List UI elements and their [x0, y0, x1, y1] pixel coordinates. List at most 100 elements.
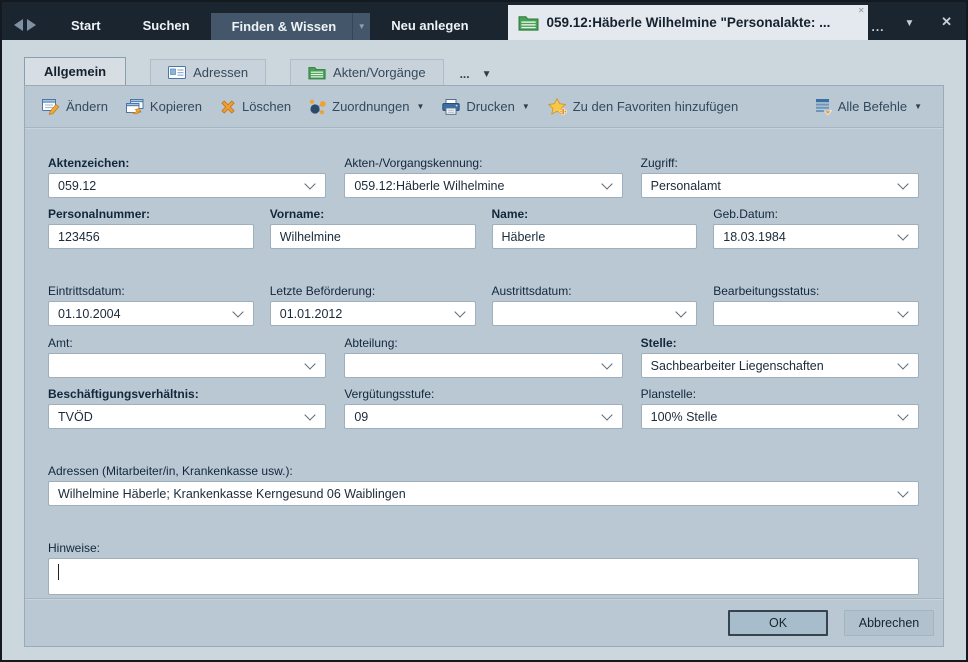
- chevron-down-icon[interactable]: [897, 409, 909, 421]
- document-tab[interactable]: 059.12:Häberle Wilhelmine "Personalakte:…: [507, 5, 868, 40]
- form-body: Aktenzeichen: Akten-/Vorgangskennung: Zu…: [25, 128, 943, 598]
- tab-overflow-dots[interactable]: ...: [868, 20, 891, 40]
- zuordnungen-button[interactable]: Zuordnungen ▼: [300, 95, 433, 119]
- bearbeitungsstatus-combobox[interactable]: [713, 301, 919, 326]
- toolbar-label: Löschen: [241, 99, 292, 114]
- zugriff-input[interactable]: [650, 178, 893, 193]
- chevron-down-icon[interactable]: [600, 178, 613, 190]
- field-label: Geb.Datum:: [713, 207, 778, 221]
- chevron-down-icon[interactable]: [600, 358, 613, 370]
- nav-dropdown[interactable]: ▼: [352, 13, 370, 40]
- chevron-down-icon[interactable]: [897, 178, 909, 190]
- aktenzeichen-combobox[interactable]: [48, 173, 327, 198]
- tab-label: Akten/Vorgänge: [333, 65, 426, 80]
- field-label: Akten-/Vorgangskennung:: [344, 156, 483, 170]
- chevron-down-icon[interactable]: [600, 409, 613, 421]
- beschaeftigung-combobox[interactable]: [48, 404, 327, 429]
- adressen-combobox[interactable]: [48, 481, 919, 506]
- field-label: Vorname:: [269, 207, 325, 221]
- field-label: Personalnummer:: [48, 207, 151, 221]
- window-close-icon[interactable]: ✕: [941, 14, 966, 40]
- titlebar: Start Suchen Finden & Wissen ▼ Neu anleg…: [2, 2, 966, 40]
- chevron-down-icon[interactable]: [304, 358, 316, 370]
- drucken-button[interactable]: Drucken ▼: [433, 95, 538, 119]
- adressen-input[interactable]: [58, 486, 893, 501]
- personalnummer-field[interactable]: [48, 224, 254, 249]
- chevron-down-icon[interactable]: [232, 306, 244, 318]
- planstelle-combobox[interactable]: [640, 404, 919, 429]
- tab-akten-vorgaenge[interactable]: Akten/Vorgänge: [290, 59, 444, 85]
- tab-list-dropdown-icon[interactable]: ▼: [891, 18, 915, 40]
- vorname-field[interactable]: [269, 224, 476, 249]
- toolbar-label: Zu den Favoriten hinzufügen: [572, 99, 739, 114]
- eintrittsdatum-combobox[interactable]: [48, 301, 254, 326]
- kennung-input[interactable]: [354, 178, 597, 193]
- beschaeftigung-input[interactable]: [58, 409, 301, 424]
- tab-label: Allgemein: [44, 64, 107, 79]
- austrittsdatum-input[interactable]: [501, 306, 672, 321]
- chevron-down-icon[interactable]: [675, 306, 687, 318]
- toolbar-label: Drucken: [466, 99, 515, 114]
- vorname-input[interactable]: [279, 229, 466, 244]
- kennung-combobox[interactable]: [344, 173, 623, 198]
- chevron-down-icon[interactable]: [304, 409, 316, 421]
- chevron-down-icon[interactable]: [897, 229, 909, 241]
- forward-arrow-icon[interactable]: [27, 19, 36, 31]
- abteilung-combobox[interactable]: [344, 353, 623, 378]
- toolbar-label: Kopieren: [149, 99, 202, 114]
- nav-item-start[interactable]: Start: [50, 13, 122, 40]
- befoerderung-combobox[interactable]: [269, 301, 476, 326]
- field-label: Hinweise:: [48, 541, 101, 555]
- gebdatum-input[interactable]: [723, 229, 893, 244]
- toolbar-label: Zuordnungen: [332, 99, 410, 114]
- tab-adressen[interactable]: Adressen: [150, 59, 267, 85]
- tab-close-icon[interactable]: ✕: [858, 6, 865, 15]
- abteilung-input[interactable]: [354, 358, 597, 373]
- befoerderung-input[interactable]: [279, 306, 450, 321]
- tabstrip-overflow-dots[interactable]: ...: [460, 67, 470, 85]
- ok-button[interactable]: OK: [728, 609, 828, 636]
- stelle-input[interactable]: [650, 358, 893, 373]
- favoriten-button[interactable]: Zu den Favoriten hinzufügen: [539, 94, 748, 119]
- tab-allgemein[interactable]: Allgemein: [24, 57, 127, 85]
- tab-label: Adressen: [193, 65, 249, 80]
- amt-input[interactable]: [58, 358, 301, 373]
- bearbeitungsstatus-input[interactable]: [723, 306, 893, 321]
- chevron-down-icon: ▼: [416, 102, 425, 111]
- eintrittsdatum-input[interactable]: [58, 306, 228, 321]
- name-input[interactable]: [501, 229, 688, 244]
- nav-item-suchen[interactable]: Suchen: [122, 13, 211, 40]
- nav-item-finden-wissen[interactable]: Finden & Wissen ▼: [210, 13, 371, 40]
- name-field[interactable]: [491, 224, 698, 249]
- gebdatum-combobox[interactable]: [713, 224, 919, 249]
- aendern-button[interactable]: Ändern: [33, 95, 117, 119]
- personalnummer-input[interactable]: [58, 229, 244, 244]
- chevron-down-icon[interactable]: [897, 306, 909, 318]
- amt-combobox[interactable]: [48, 353, 327, 378]
- nav-item-neu-anlegen[interactable]: Neu anlegen: [370, 13, 489, 40]
- austrittsdatum-combobox[interactable]: [491, 301, 698, 326]
- toolbar-label: Alle Befehle: [837, 99, 908, 114]
- field-aktenzeichen: Aktenzeichen:: [48, 156, 327, 198]
- alle-befehle-button[interactable]: Alle Befehle ▼: [806, 94, 931, 119]
- tabstrip-dropdown-icon[interactable]: ▼: [482, 69, 492, 85]
- cancel-button[interactable]: Abbrechen: [844, 609, 934, 636]
- verguetungsstufe-input[interactable]: [354, 409, 597, 424]
- kopieren-button[interactable]: Kopieren: [117, 95, 211, 119]
- chevron-down-icon[interactable]: [453, 306, 466, 318]
- stelle-combobox[interactable]: [640, 353, 919, 378]
- chevron-down-icon[interactable]: [897, 486, 909, 498]
- loeschen-button[interactable]: Löschen: [211, 95, 300, 119]
- zugriff-combobox[interactable]: [640, 173, 919, 198]
- verguetungsstufe-combobox[interactable]: [344, 404, 623, 429]
- hinweise-textarea[interactable]: [49, 559, 918, 594]
- field-verguetungsstufe: Vergütungsstufe:: [344, 387, 623, 429]
- field-label: Name:: [491, 207, 529, 221]
- planstelle-input[interactable]: [650, 409, 893, 424]
- field-label: Zugriff:: [640, 156, 678, 170]
- field-label: Vergütungsstufe:: [344, 387, 435, 401]
- chevron-down-icon[interactable]: [304, 178, 316, 190]
- back-arrow-icon[interactable]: [14, 19, 23, 31]
- chevron-down-icon[interactable]: [897, 358, 909, 370]
- aktenzeichen-input[interactable]: [58, 178, 301, 193]
